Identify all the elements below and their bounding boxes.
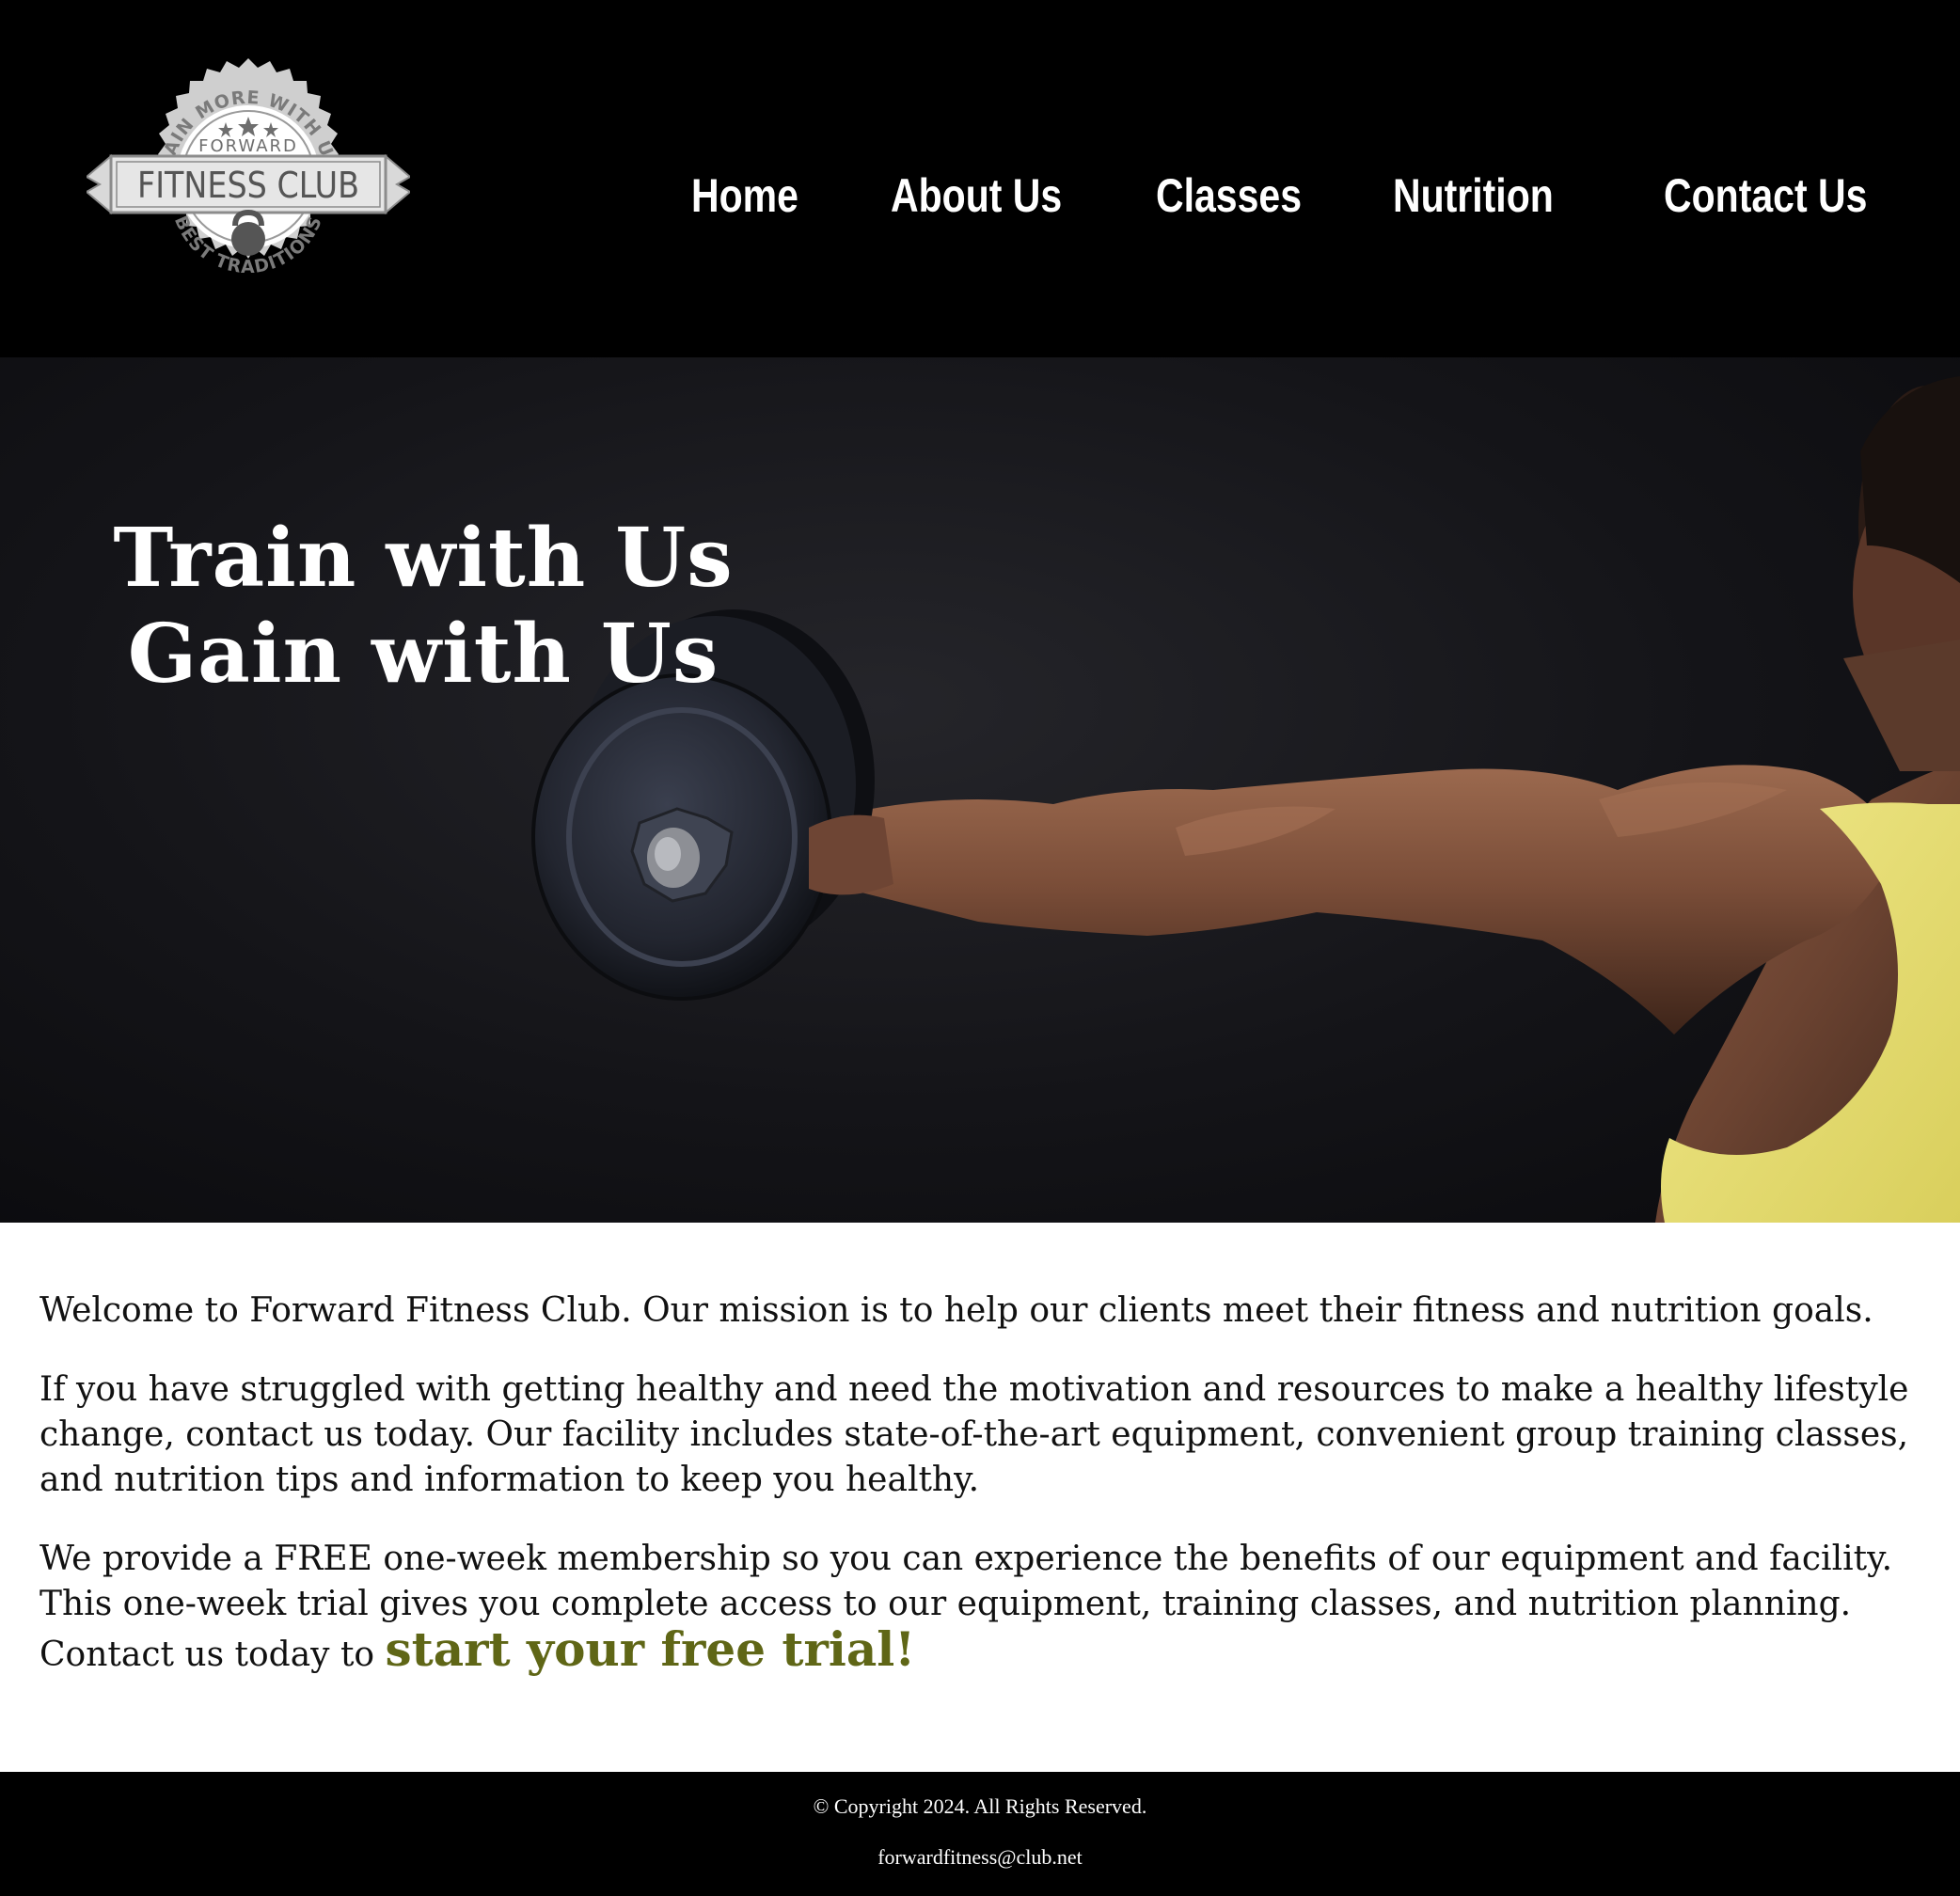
footer-email[interactable]: forwardfitness@club.net <box>0 1845 1960 1870</box>
nav-item-classes: Classes <box>1156 167 1393 224</box>
nav-item-nutrition: Nutrition <box>1393 167 1664 224</box>
main-nav: Home About Us Classes Nutrition Contact … <box>691 167 1889 224</box>
nav-link-classes[interactable]: Classes <box>1156 167 1302 224</box>
trial-paragraph: We provide a FREE one-week membership so… <box>40 1537 1930 1678</box>
page: GAIN MORE WITH US FORWARD FITNESS CLUB <box>0 0 1960 1896</box>
welcome-paragraph: Welcome to Forward Fitness Club. Our mis… <box>40 1291 1873 1330</box>
nav-item-home: Home <box>691 167 891 224</box>
hero-line-1: Train with Us <box>113 510 734 606</box>
hero-banner: Train with Us Gain with Us <box>0 357 1960 1223</box>
nav-item-about: About Us <box>891 167 1156 224</box>
nav-link-home[interactable]: Home <box>691 167 798 224</box>
site-footer: © Copyright 2024. All Rights Reserved. f… <box>0 1772 1960 1896</box>
free-trial-link[interactable]: start your free trial! <box>386 1621 916 1677</box>
logo-small-name: FORWARD <box>198 136 298 156</box>
logo-ribbon-text: FITNESS CLUB <box>137 165 359 206</box>
facility-paragraph: If you have struggled with getting healt… <box>40 1370 1909 1499</box>
site-header: GAIN MORE WITH US FORWARD FITNESS CLUB <box>0 0 1960 357</box>
hero-heading: Train with Us Gain with Us <box>94 511 752 703</box>
nav-link-contact-us[interactable]: Contact Us <box>1664 167 1867 224</box>
hero-image <box>531 376 1960 1223</box>
main-content: Welcome to Forward Fitness Club. Our mis… <box>40 1288 1930 1712</box>
nav-item-contact: Contact Us <box>1664 167 1889 224</box>
logo-badge[interactable]: GAIN MORE WITH US FORWARD FITNESS CLUB <box>87 53 410 305</box>
trial-text: We provide a FREE one-week membership so… <box>40 1540 1893 1674</box>
hero-line-2: Gain with Us <box>127 606 719 702</box>
nav-link-nutrition[interactable]: Nutrition <box>1393 167 1554 224</box>
copyright-text: © Copyright 2024. All Rights Reserved. <box>813 1794 1147 1818</box>
nav-link-about-us[interactable]: About Us <box>891 167 1062 224</box>
